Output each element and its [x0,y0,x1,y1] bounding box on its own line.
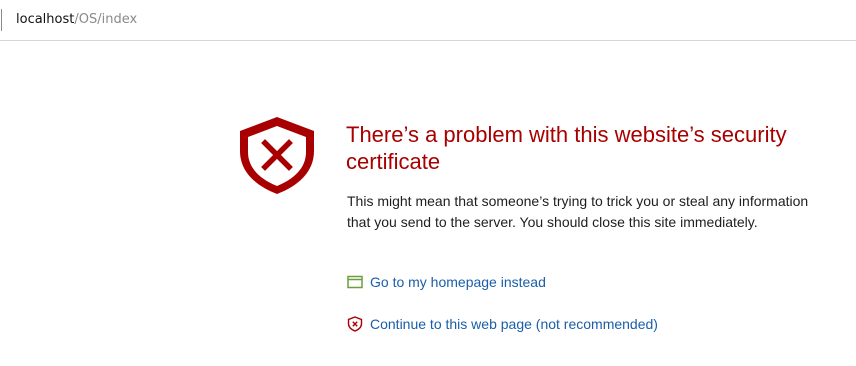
address-url[interactable]: localhost/OS/index [16,11,137,28]
continue-link[interactable]: Continue to this web page (not recommend… [347,314,658,334]
shield-error-icon [237,114,317,196]
address-caret [1,9,2,31]
address-host: localhost [16,12,75,27]
homepage-link-label[interactable]: Go to my homepage instead [370,272,546,292]
page-title: There’s a problem with this website’s se… [346,122,787,174]
warning-message: This might mean that someone’s trying to… [347,193,809,230]
homepage-icon [347,274,363,290]
continue-link-label[interactable]: Continue to this web page (not recommend… [370,314,658,334]
shield-warning-icon [347,316,363,332]
address-bar[interactable]: localhost/OS/index [0,0,856,41]
homepage-link[interactable]: Go to my homepage instead [347,272,546,292]
address-path: /OS/index [74,12,138,27]
